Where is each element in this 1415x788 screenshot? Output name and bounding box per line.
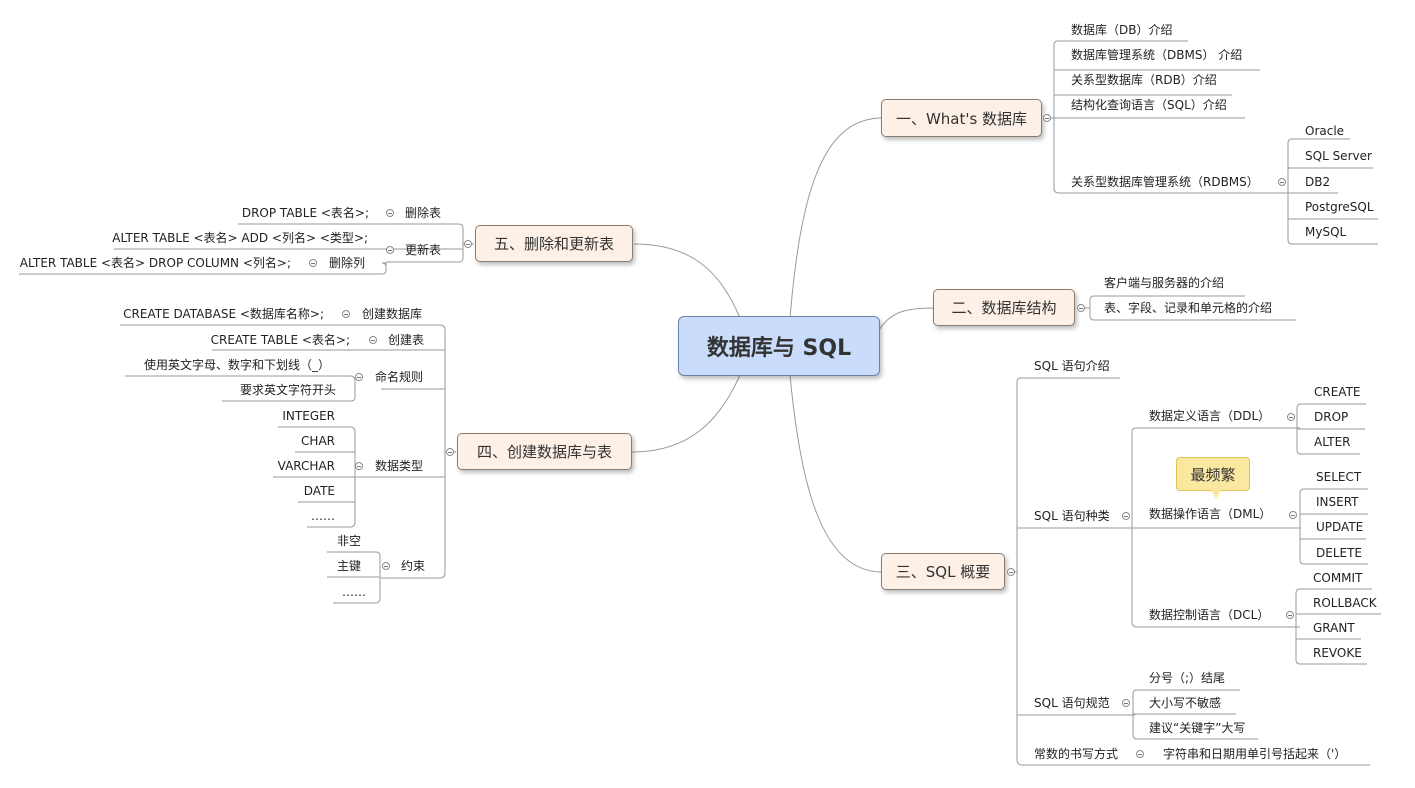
- ddl-item[interactable]: ALTER: [1314, 434, 1351, 450]
- branch-whats-database[interactable]: 一、What's 数据库: [881, 99, 1042, 137]
- datatype-item[interactable]: ……: [311, 508, 335, 524]
- topic-ddl[interactable]: 数据定义语言（DDL）: [1149, 408, 1270, 424]
- topic-table-field-record[interactable]: 表、字段、记录和单元格的介绍: [1104, 300, 1272, 316]
- rule-item[interactable]: 分号（;）结尾: [1149, 670, 1225, 686]
- dml-item[interactable]: DELETE: [1316, 545, 1362, 561]
- branch-sql-overview[interactable]: 三、SQL 概要: [881, 553, 1005, 590]
- collapse-toggle-icon[interactable]: [1122, 512, 1130, 520]
- collapse-toggle-icon[interactable]: [1007, 568, 1015, 576]
- topic-dml[interactable]: 数据操作语言（DML）: [1149, 506, 1271, 522]
- topic-sql-rules[interactable]: SQL 语句规范: [1034, 695, 1110, 711]
- datatype-item[interactable]: VARCHAR: [278, 458, 335, 474]
- naming-item[interactable]: 使用英文字母、数字和下划线（_）: [144, 357, 330, 373]
- dml-item[interactable]: SELECT: [1316, 469, 1361, 485]
- dcl-item[interactable]: GRANT: [1313, 620, 1355, 636]
- collapse-toggle-icon[interactable]: [369, 336, 377, 344]
- collapse-toggle-icon[interactable]: [446, 448, 454, 456]
- connector-root-b3: [789, 374, 883, 573]
- connector-root-b4: [631, 374, 741, 453]
- topic-constants[interactable]: 常数的书写方式: [1034, 746, 1118, 762]
- topic-rdb-intro[interactable]: 关系型数据库（RDB）介绍: [1071, 72, 1217, 88]
- collapse-toggle-icon[interactable]: [355, 462, 363, 470]
- topic-sql-statement-kinds[interactable]: SQL 语句种类: [1034, 508, 1110, 524]
- dml-item[interactable]: INSERT: [1316, 494, 1359, 510]
- dcl-item[interactable]: ROLLBACK: [1313, 595, 1377, 611]
- branch-create-db-table[interactable]: 四、创建数据库与表: [457, 433, 632, 470]
- root-topic[interactable]: 数据库与 SQL: [678, 316, 880, 376]
- branch-drop-update-table[interactable]: 五、删除和更新表: [475, 225, 633, 262]
- collapse-toggle-icon[interactable]: [1278, 178, 1286, 186]
- collapse-toggle-icon[interactable]: [1286, 611, 1294, 619]
- alter-add-statement[interactable]: ALTER TABLE <表名> ADD <列名> <类型>;: [112, 230, 368, 246]
- topic-db-intro[interactable]: 数据库（DB）介绍: [1071, 22, 1172, 38]
- connector-root-b1: [789, 117, 883, 319]
- branch-label: 四、创建数据库与表: [476, 443, 612, 461]
- topic-create-table[interactable]: 创建表: [388, 332, 424, 348]
- datatype-item[interactable]: CHAR: [301, 433, 335, 449]
- topic-drop-table[interactable]: 删除表: [405, 205, 441, 221]
- branch-label: 二、数据库结构: [951, 299, 1057, 317]
- collapse-toggle-icon[interactable]: [1122, 699, 1130, 707]
- collapse-toggle-icon[interactable]: [1289, 511, 1297, 519]
- constraint-item[interactable]: ……: [342, 584, 366, 600]
- rdbms-item[interactable]: Oracle: [1305, 123, 1344, 139]
- collapse-toggle-icon[interactable]: [1077, 304, 1085, 312]
- topic-update-table[interactable]: 更新表: [405, 242, 441, 258]
- alter-drop-column-statement[interactable]: ALTER TABLE <表名> DROP COLUMN <列名>;: [20, 255, 291, 271]
- connector-root-b5: [633, 243, 741, 319]
- collapse-toggle-icon[interactable]: [309, 259, 317, 267]
- topic-naming-rules[interactable]: 命名规则: [375, 369, 423, 385]
- drop-table-statement[interactable]: DROP TABLE <表名>;: [242, 205, 369, 221]
- create-table-statement[interactable]: CREATE TABLE <表名>;: [211, 332, 350, 348]
- topic-rdbms[interactable]: 关系型数据库管理系统（RDBMS）: [1071, 174, 1259, 190]
- collapse-toggle-icon[interactable]: [1287, 413, 1295, 421]
- create-database-statement[interactable]: CREATE DATABASE <数据库名称>;: [123, 306, 324, 322]
- ddl-item[interactable]: DROP: [1314, 409, 1348, 425]
- branch-database-structure[interactable]: 二、数据库结构: [933, 289, 1075, 326]
- topic-sql-statement-intro[interactable]: SQL 语句介绍: [1034, 358, 1110, 374]
- callout-label: 最频繁: [1190, 465, 1236, 484]
- collapse-toggle-icon[interactable]: [342, 310, 350, 318]
- branch-label: 五、删除和更新表: [493, 235, 614, 253]
- connector-root-b2: [877, 307, 935, 333]
- branch-label: 一、What's 数据库: [895, 109, 1028, 128]
- datatype-item[interactable]: DATE: [304, 483, 335, 499]
- topic-client-server[interactable]: 客户端与服务器的介绍: [1104, 275, 1224, 291]
- rdbms-item[interactable]: SQL Server: [1305, 148, 1372, 164]
- collapse-toggle-icon[interactable]: [1043, 114, 1051, 122]
- topic-dbms-intro[interactable]: 数据库管理系统（DBMS） 介绍: [1071, 47, 1242, 63]
- rule-item[interactable]: 大小写不敏感: [1149, 695, 1221, 711]
- collapse-toggle-icon[interactable]: [355, 373, 363, 381]
- ddl-item[interactable]: CREATE: [1314, 384, 1361, 400]
- rule-item[interactable]: 建议“关键字”大写: [1149, 720, 1245, 736]
- topic-sql-intro[interactable]: 结构化查询语言（SQL）介绍: [1071, 97, 1227, 113]
- topic-drop-column[interactable]: 删除列: [329, 255, 365, 271]
- rdbms-item[interactable]: PostgreSQL: [1305, 199, 1374, 215]
- rdbms-item[interactable]: MySQL: [1305, 224, 1346, 240]
- collapse-toggle-icon[interactable]: [1136, 750, 1144, 758]
- constraint-item[interactable]: 非空: [337, 533, 361, 549]
- collapse-toggle-icon[interactable]: [464, 240, 472, 248]
- topic-create-database[interactable]: 创建数据库: [362, 306, 422, 322]
- rdbms-item[interactable]: DB2: [1305, 174, 1330, 190]
- mindmap-canvas: 数据库与 SQL 一、What's 数据库 数据库（DB）介绍 数据库管理系统（…: [0, 0, 1415, 788]
- collapse-toggle-icon[interactable]: [386, 209, 394, 217]
- topic-data-types[interactable]: 数据类型: [375, 458, 423, 474]
- naming-item[interactable]: 要求英文字符开头: [240, 382, 336, 398]
- collapse-toggle-icon[interactable]: [382, 562, 390, 570]
- datatype-item[interactable]: INTEGER: [282, 408, 335, 424]
- callout-most-frequent: 最频繁: [1176, 457, 1250, 499]
- collapse-toggle-icon[interactable]: [386, 246, 394, 254]
- root-topic-label: 数据库与 SQL: [706, 336, 852, 361]
- constants-item[interactable]: 字符串和日期用单引号括起来（'）: [1163, 746, 1346, 762]
- dml-item[interactable]: UPDATE: [1316, 519, 1363, 535]
- dcl-item[interactable]: REVOKE: [1313, 645, 1362, 661]
- topic-dcl[interactable]: 数据控制语言（DCL）: [1149, 607, 1269, 623]
- constraint-item[interactable]: 主键: [337, 558, 361, 574]
- dcl-item[interactable]: COMMIT: [1313, 570, 1362, 586]
- topic-constraints[interactable]: 约束: [401, 558, 425, 574]
- branch-label: 三、SQL 概要: [895, 563, 991, 581]
